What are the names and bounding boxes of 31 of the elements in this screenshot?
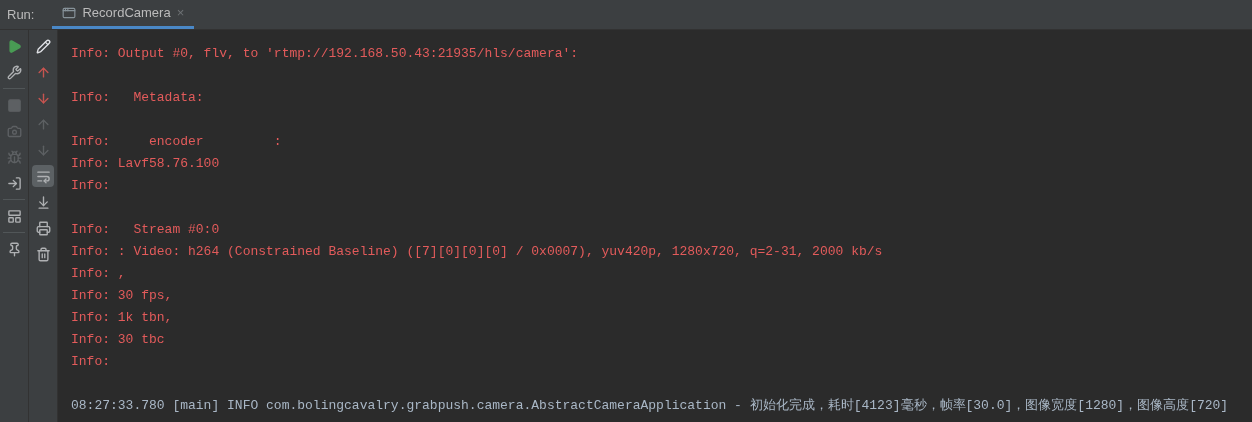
console-line: Info: Lavf58.76.100 bbox=[71, 155, 221, 173]
pin-icon bbox=[6, 241, 22, 257]
down-arrow-icon bbox=[35, 142, 51, 158]
console-line: Info: 1k tbn, bbox=[71, 309, 174, 327]
wrench-icon bbox=[6, 64, 22, 80]
console-line: Info: bbox=[71, 353, 111, 371]
console-line: Info: Metadata: bbox=[71, 89, 205, 107]
camera-icon bbox=[6, 123, 22, 139]
console-line: Info: 30 tbc bbox=[71, 331, 166, 349]
clear-icon bbox=[35, 38, 51, 54]
console-line: 08:27:33.780 [main] INFO com.bolingcavalry.grabpush.camera.AbstractCameraApplication - 初始化完成，耗时[4123]毫秒，帧率[30.0]，图像宽度[1280]，图像高度[720] bbox=[71, 397, 1230, 415]
console-line: Info: 30 fps, bbox=[71, 287, 174, 305]
bug-icon bbox=[6, 149, 22, 165]
tab-title: RecordCamera bbox=[82, 4, 171, 23]
console-line: Info: encoder : bbox=[71, 133, 283, 151]
console-line: Info: , bbox=[71, 265, 127, 283]
layout-icon bbox=[6, 208, 22, 224]
console-line: Info: Output #0, flv, to 'rtmp://192.168.50.43:21935/hls/camera': bbox=[71, 45, 580, 63]
trash-icon bbox=[35, 246, 51, 262]
down-arrow-icon bbox=[35, 90, 51, 106]
run-icon bbox=[6, 38, 22, 54]
print-icon bbox=[35, 220, 51, 236]
console-line: Info: bbox=[71, 177, 111, 195]
window-icon bbox=[62, 6, 77, 20]
stop-icon bbox=[6, 97, 22, 113]
console-line: Info: : Video: h264 (Constrained Baseline) ([7][0][0][0] / 0x0007), yuv420p, 1280x720, q=2-31, 2000 kb/s bbox=[71, 243, 884, 261]
run-label: Run: bbox=[6, 5, 36, 24]
login-icon bbox=[6, 175, 22, 191]
soft-wrap-icon bbox=[35, 168, 51, 184]
soft-wrap-button[interactable] bbox=[32, 165, 54, 187]
console-line: Info: Stream #0:0 bbox=[71, 221, 221, 239]
